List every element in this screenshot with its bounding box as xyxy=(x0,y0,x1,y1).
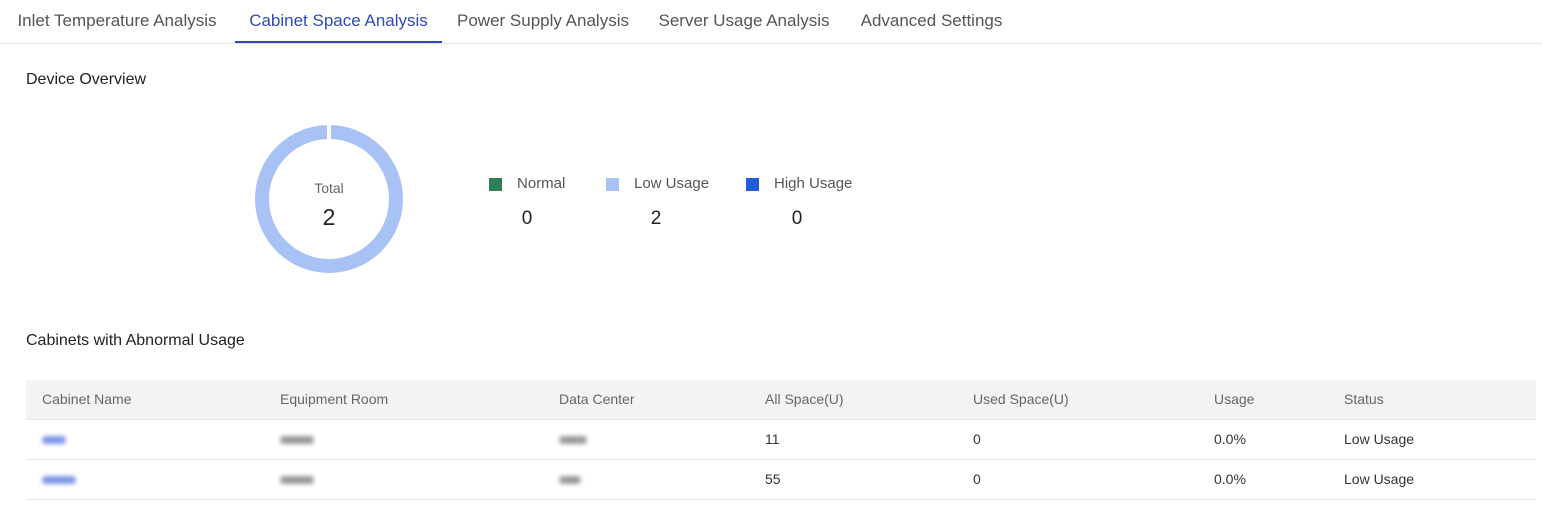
legend-count-high-usage: 0 xyxy=(791,208,803,229)
column-header-all-space: All Space(U) xyxy=(765,391,844,407)
donut-ring xyxy=(255,125,403,273)
column-header-data-center: Data Center xyxy=(559,391,635,407)
tab-advanced-settings[interactable]: Advanced Settings xyxy=(844,0,1019,43)
table-row: 55 0 0.0% Low Usage xyxy=(26,460,1536,500)
table-header: Cabinet Name Equipment Room Data Center … xyxy=(26,380,1536,420)
tab-cabinet-space-analysis[interactable]: Cabinet Space Analysis xyxy=(235,0,442,43)
column-header-used-space: Used Space(U) xyxy=(973,391,1069,407)
equipment-room-cell xyxy=(280,460,314,499)
tab-inlet-temperature-analysis[interactable]: Inlet Temperature Analysis xyxy=(0,0,234,43)
legend-label-low-usage: Low Usage xyxy=(634,175,710,192)
equipment-room-cell xyxy=(280,420,314,459)
cabinet-name-link[interactable] xyxy=(42,460,76,499)
usage-cell: 0.0% xyxy=(1214,431,1246,447)
status-cell: Low Usage xyxy=(1344,431,1415,447)
redacted-text xyxy=(280,436,314,445)
donut-total-value: 2 xyxy=(322,204,336,230)
status-cell: Low Usage xyxy=(1344,471,1415,487)
column-header-cabinet-name: Cabinet Name xyxy=(42,391,132,407)
data-center-cell xyxy=(559,420,587,459)
donut-gap xyxy=(327,124,331,142)
table-row: 11 0 0.0% Low Usage xyxy=(26,420,1536,460)
all-space-cell: 11 xyxy=(765,431,780,447)
abnormal-usage-table: Cabinet Name Equipment Room Data Center … xyxy=(26,380,1536,500)
tab-power-supply-analysis[interactable]: Power Supply Analysis xyxy=(442,0,644,43)
device-overview-title: Device Overview xyxy=(26,71,147,88)
legend-swatch-high-usage xyxy=(746,178,759,191)
legend-swatch-low-usage xyxy=(606,178,619,191)
column-header-status: Status xyxy=(1344,391,1384,407)
redacted-text xyxy=(559,476,581,485)
redacted-text xyxy=(559,436,587,445)
cabinet-name-link[interactable] xyxy=(42,420,66,459)
data-center-cell xyxy=(559,460,581,499)
legend-label-normal: Normal xyxy=(517,175,566,192)
column-header-equipment-room: Equipment Room xyxy=(280,391,389,407)
column-header-usage: Usage xyxy=(1214,391,1255,407)
legend-label-high-usage: High Usage xyxy=(774,175,853,192)
used-space-cell: 0 xyxy=(973,431,981,447)
usage-cell: 0.0% xyxy=(1214,471,1246,487)
device-overview-donut xyxy=(255,124,403,273)
donut-total-label: Total xyxy=(314,180,344,196)
all-space-cell: 55 xyxy=(765,471,781,487)
tab-server-usage-analysis[interactable]: Server Usage Analysis xyxy=(644,0,844,43)
abnormal-usage-title: Cabinets with Abnormal Usage xyxy=(26,332,245,349)
redacted-text xyxy=(42,476,76,485)
legend-count-normal: 0 xyxy=(521,208,533,229)
tab-bar: Inlet Temperature Analysis Cabinet Space… xyxy=(0,0,1542,44)
redacted-text xyxy=(42,436,66,445)
legend-count-low-usage: 2 xyxy=(650,208,662,229)
redacted-text xyxy=(280,476,314,485)
used-space-cell: 0 xyxy=(973,471,981,487)
legend-swatch-normal xyxy=(489,178,502,191)
